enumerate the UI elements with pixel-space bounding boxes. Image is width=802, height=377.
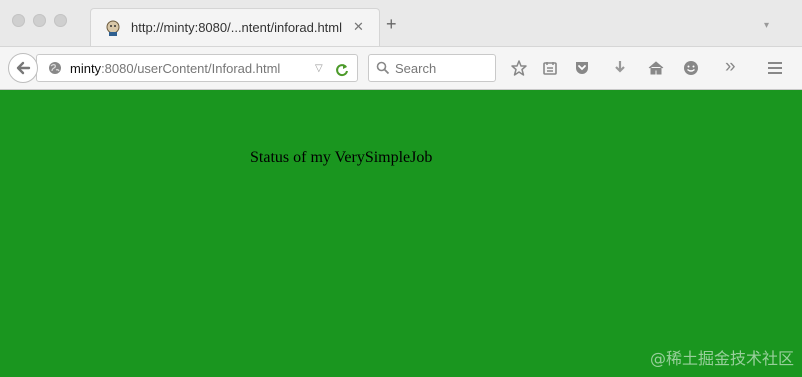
active-tab[interactable]: http://minty:8080/...ntent/inforad.html … [90, 8, 380, 46]
page-heading: Status of my VerySimpleJob [250, 149, 433, 166]
zoom-window-button[interactable] [54, 14, 67, 27]
new-tab-button[interactable]: + [386, 15, 397, 33]
home-icon[interactable] [647, 59, 665, 77]
url-text: minty:8080/userContent/Inforad.html [70, 61, 280, 76]
tab-bar: http://minty:8080/...ntent/inforad.html … [0, 0, 802, 46]
hamburger-menu-icon[interactable] [766, 59, 784, 77]
minimize-window-button[interactable] [33, 14, 46, 27]
search-input[interactable] [395, 58, 491, 78]
browser-chrome: http://minty:8080/...ntent/inforad.html … [0, 0, 802, 90]
jenkins-favicon-icon [106, 20, 120, 36]
close-window-button[interactable] [12, 14, 25, 27]
tab-close-icon[interactable]: ✕ [353, 19, 364, 35]
search-icon [376, 61, 390, 75]
star-icon[interactable] [510, 59, 528, 77]
tab-title: http://minty:8080/...ntent/inforad.html [131, 20, 343, 35]
pocket-icon[interactable] [573, 59, 591, 77]
url-history-dropdown-icon[interactable]: ▽ [315, 63, 323, 74]
address-bar[interactable]: minty:8080/userContent/Inforad.html ▽ [36, 54, 358, 82]
reading-list-icon[interactable] [541, 59, 559, 77]
reload-icon[interactable] [335, 59, 349, 82]
download-icon[interactable] [611, 59, 629, 77]
back-button[interactable] [8, 53, 38, 83]
back-arrow-icon [16, 61, 31, 75]
url-path: :8080/userContent/Inforad.html [101, 61, 281, 76]
navigation-toolbar: minty:8080/userContent/Inforad.html ▽ Se… [0, 46, 802, 90]
tab-list-chevron-icon[interactable]: ▾ [764, 20, 769, 31]
search-bar[interactable] [368, 54, 496, 82]
watermark: @稀土掘金技术社区 [649, 349, 794, 368]
page-content: Status of my VerySimpleJob [0, 90, 802, 377]
url-host: minty [70, 61, 102, 76]
globe-icon [49, 62, 61, 74]
overflow-chevrons-icon[interactable]: » [725, 56, 736, 78]
emoji-icon[interactable] [682, 59, 700, 77]
